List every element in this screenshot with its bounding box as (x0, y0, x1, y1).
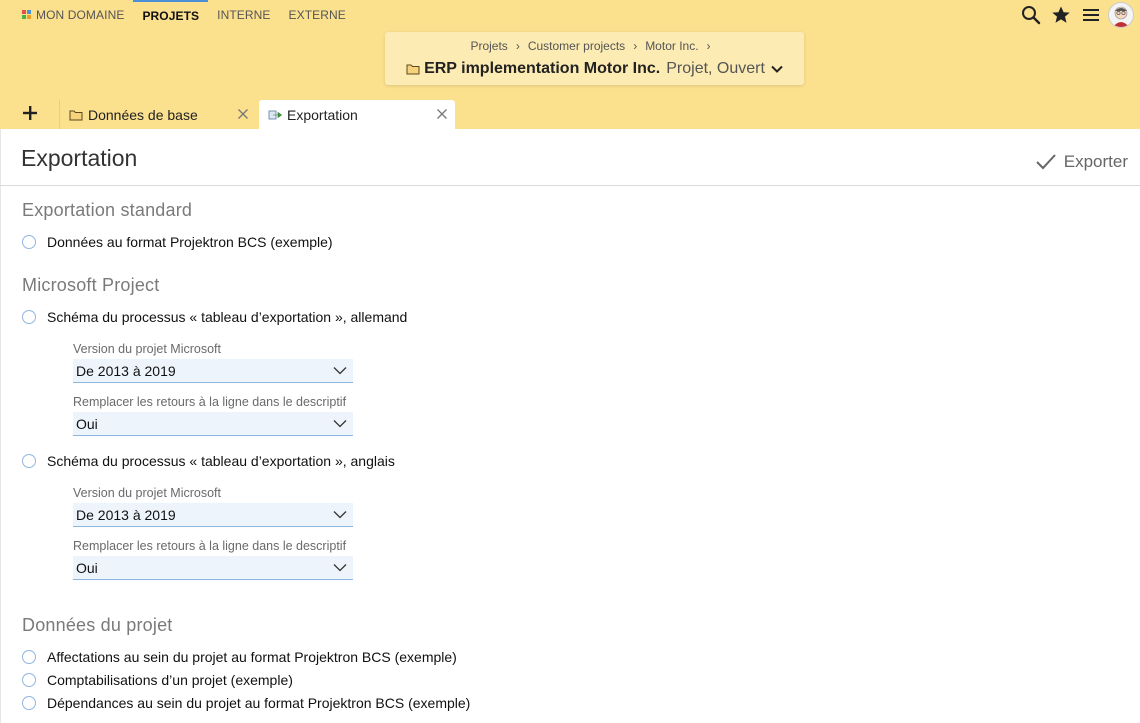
radio-button[interactable] (22, 696, 36, 710)
close-icon[interactable] (436, 108, 448, 120)
tab-exportation[interactable]: Exportation (259, 100, 455, 129)
star-icon (1052, 6, 1070, 23)
radio-label: Schéma du processus « tableau d’exportat… (47, 309, 408, 325)
project-selector[interactable]: ERP implementation Motor Inc. Projet, Ou… (385, 60, 804, 78)
project-name: ERP implementation Motor Inc. (424, 60, 661, 77)
radio-option-dependencies[interactable]: Dépendances au sein du projet au format … (22, 694, 470, 712)
radio-option-assignments[interactable]: Affectations au sein du projet au format… (22, 648, 457, 666)
nav-item-label: MON DOMAINE (36, 8, 125, 22)
breadcrumb-item-customer-projects[interactable]: Customer projects (528, 39, 625, 53)
replace-newlines-select-en[interactable]: Oui (73, 556, 353, 580)
radio-option-bookings[interactable]: Comptabilisations d’un projet (exemple) (22, 671, 293, 689)
section-title-projectdata: Données du projet (22, 615, 173, 635)
nav-item-interne[interactable]: INTERNE (208, 0, 279, 30)
replace-newlines-label: Remplacer les retours à la ligne dans le… (73, 395, 347, 409)
breadcrumb-separator: › (633, 39, 638, 53)
radio-label: Schéma du processus « tableau d’exportat… (47, 453, 395, 469)
content-left-border (0, 129, 1, 723)
check-icon (1036, 154, 1056, 170)
chevron-down-icon (333, 564, 347, 572)
select-value: De 2013 à 2019 (76, 506, 176, 523)
add-tab-button[interactable] (14, 99, 46, 126)
radio-label: Dépendances au sein du projet au format … (47, 695, 471, 711)
radio-option-bcs-data[interactable]: Données au format Projektron BCS (exempl… (22, 233, 333, 251)
plus-icon (23, 105, 37, 120)
breadcrumb-separator: › (515, 39, 520, 53)
chevron-down-icon (771, 65, 783, 73)
hamburger-menu-icon (1083, 9, 1099, 21)
tab-label: Données de base (88, 106, 198, 123)
breadcrumb-separator: › (706, 39, 711, 53)
export-arrow-icon (268, 110, 282, 119)
radio-label: Comptabilisations d’un projet (exemple) (47, 672, 293, 688)
project-status: Projet, Ouvert (666, 60, 765, 77)
top-navigation: MON DOMAINE PROJETS INTERNE EXTERNE (0, 0, 355, 30)
select-value: Oui (76, 559, 98, 576)
ms-version-label: Version du projet Microsoft (73, 486, 221, 500)
tab-label: Exportation (287, 106, 358, 123)
folder-icon (69, 110, 83, 120)
breadcrumb-item-motor-inc[interactable]: Motor Inc. (645, 39, 698, 53)
breadcrumb-item-projets[interactable]: Projets (470, 39, 507, 53)
ms-version-select-de[interactable]: De 2013 à 2019 (73, 359, 353, 383)
chevron-down-icon (333, 511, 347, 519)
folder-icon (406, 64, 420, 75)
radio-button[interactable] (22, 650, 36, 664)
nav-item-label: INTERNE (217, 8, 271, 22)
export-button[interactable]: Exporter (1035, 150, 1128, 174)
replace-newlines-select-de[interactable]: Oui (73, 412, 353, 436)
nav-item-label: PROJETS (142, 9, 200, 23)
replace-newlines-label: Remplacer les retours à la ligne dans le… (73, 539, 347, 553)
close-icon[interactable] (237, 108, 249, 120)
nav-item-mon-domaine[interactable]: MON DOMAINE (0, 0, 133, 30)
radio-button[interactable] (22, 454, 36, 468)
radio-label: Données au format Projektron BCS (exempl… (47, 234, 333, 250)
radio-button[interactable] (22, 235, 36, 249)
favorites-button[interactable] (1046, 0, 1076, 30)
page-title: Exportation (21, 145, 138, 171)
radio-option-process-en[interactable]: Schéma du processus « tableau d’exportat… (22, 452, 395, 470)
radio-button[interactable] (22, 673, 36, 687)
header-divider (0, 185, 1140, 186)
select-value: De 2013 à 2019 (76, 362, 176, 379)
breadcrumb: Projets › Customer projects › Motor Inc. › (385, 39, 804, 53)
nav-item-projets[interactable]: PROJETS (133, 0, 209, 30)
export-button-label: Exporter (1063, 152, 1128, 171)
radio-label: Affectations au sein du projet au format… (47, 649, 457, 665)
main-menu-button[interactable] (1076, 0, 1106, 30)
tab-donnees-de-base[interactable]: Données de base (59, 100, 256, 129)
chevron-down-icon (333, 420, 347, 428)
section-title-msproject: Microsoft Project (22, 275, 160, 295)
ms-version-select-en[interactable]: De 2013 à 2019 (73, 503, 353, 527)
app-header: MON DOMAINE PROJETS INTERNE EXTERNE Proj… (0, 0, 1140, 96)
nav-item-externe[interactable]: EXTERNE (280, 0, 355, 30)
radio-option-process-de[interactable]: Schéma du processus « tableau d’exportat… (22, 308, 407, 326)
project-context-box: Projets › Customer projects › Motor Inc. › ER… (385, 32, 804, 85)
header-actions (1016, 0, 1140, 30)
tabs-bar: Données de base Exportation (0, 96, 1140, 129)
select-value: Oui (76, 415, 98, 432)
chevron-down-icon (333, 367, 347, 375)
nav-item-label: EXTERNE (288, 8, 346, 22)
search-icon (1022, 6, 1041, 25)
avatar[interactable] (1108, 2, 1134, 28)
domain-grid-icon (22, 10, 32, 20)
section-title-standard: Exportation standard (22, 200, 193, 220)
user-avatar-icon (1113, 6, 1129, 27)
radio-button[interactable] (22, 310, 36, 324)
ms-version-label: Version du projet Microsoft (73, 342, 221, 356)
search-button[interactable] (1016, 0, 1046, 30)
